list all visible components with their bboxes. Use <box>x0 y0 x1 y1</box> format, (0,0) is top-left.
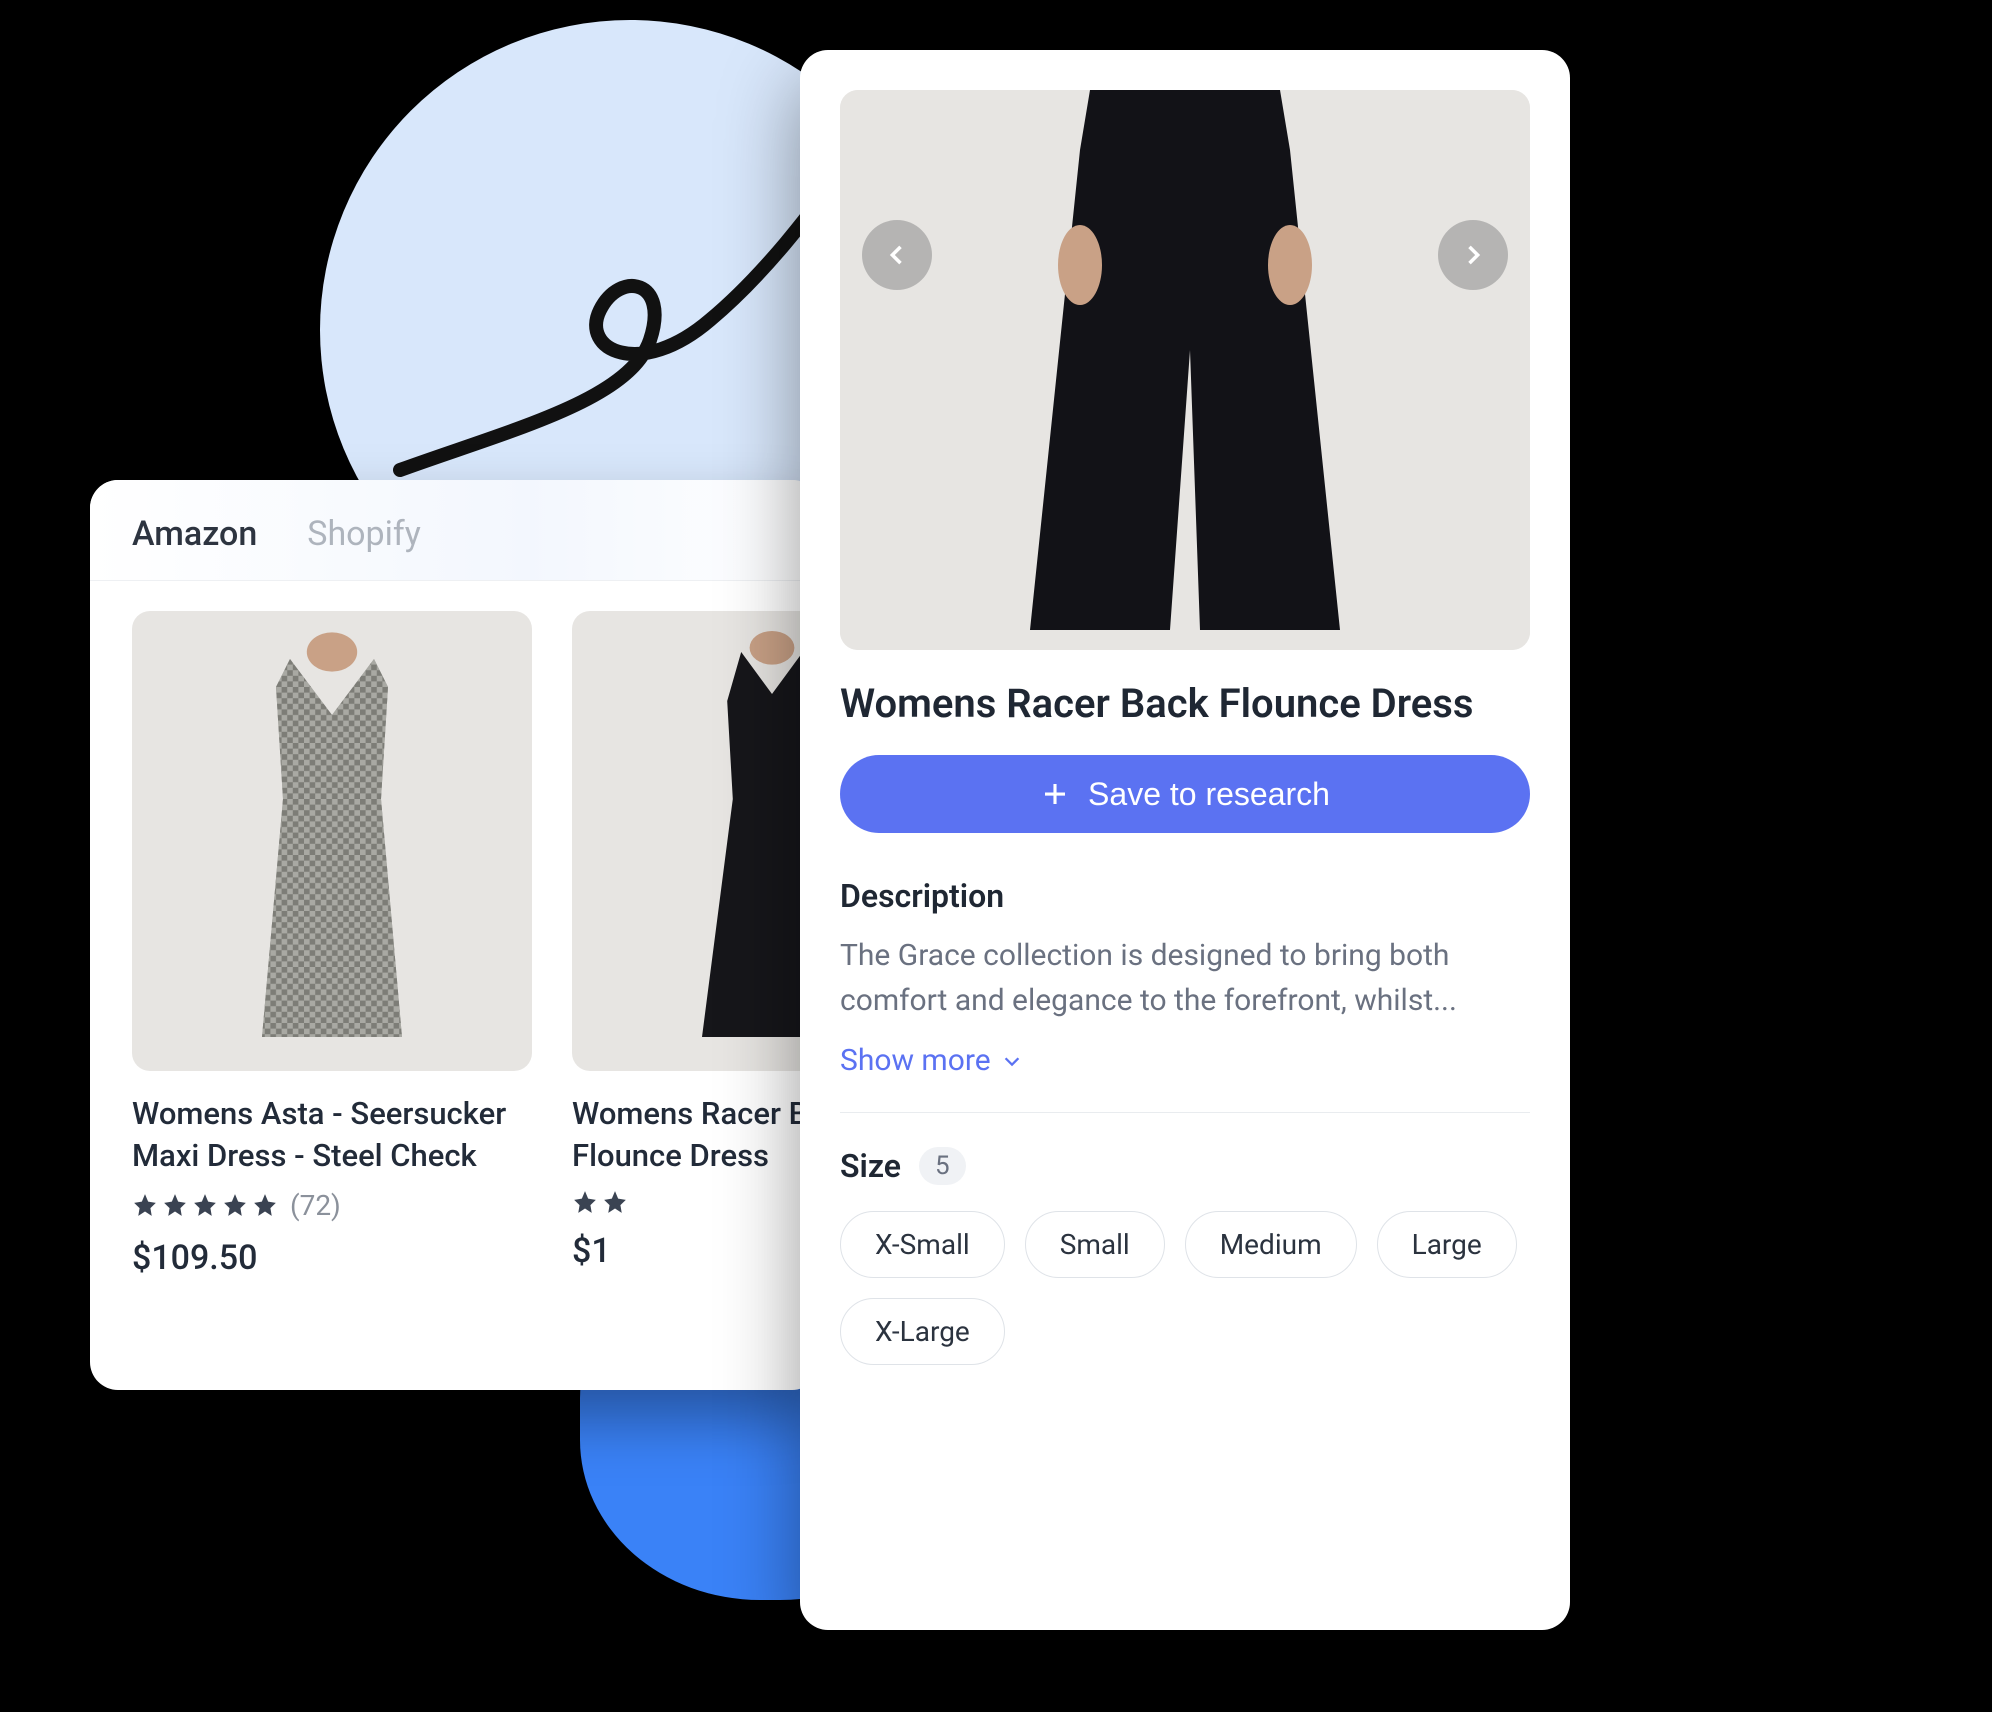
detail-product-title: Womens Racer Back Flounce Dress <box>840 680 1530 727</box>
star-icon <box>252 1192 278 1218</box>
chevron-left-icon <box>883 241 911 269</box>
product-card[interactable]: Womens Asta - Seersucker Maxi Dress - St… <box>132 611 532 1278</box>
rating-count: (72) <box>290 1189 341 1222</box>
product-image <box>132 611 532 1071</box>
star-icon <box>162 1192 188 1218</box>
star-icon <box>222 1192 248 1218</box>
image-next-button[interactable] <box>1438 220 1508 290</box>
size-option-xlarge[interactable]: X-Large <box>840 1298 1005 1365</box>
star-icon <box>572 1189 598 1215</box>
product-title: Womens Asta - Seersucker Maxi Dress - St… <box>132 1093 532 1177</box>
save-to-research-button[interactable]: Save to research <box>840 755 1530 833</box>
description-text: The Grace collection is designed to brin… <box>840 933 1530 1023</box>
product-price: $1 <box>572 1231 820 1271</box>
size-count-badge: 5 <box>919 1147 966 1185</box>
product-rating <box>572 1189 820 1215</box>
plus-icon <box>1040 779 1070 809</box>
description-heading: Description <box>840 877 1530 915</box>
product-card[interactable]: Womens Racer Back Flounce Dress $1 <box>572 611 820 1278</box>
save-button-label: Save to research <box>1088 776 1330 813</box>
size-heading: Size <box>840 1147 901 1185</box>
star-icon <box>602 1189 628 1215</box>
divider <box>840 1112 1530 1113</box>
product-rating: (72) <box>132 1189 532 1222</box>
star-icon <box>192 1192 218 1218</box>
marketplace-tabs: Amazon Shopify <box>90 480 820 581</box>
size-option-large[interactable]: Large <box>1377 1211 1517 1278</box>
chevron-down-icon <box>1001 1050 1023 1072</box>
size-option-medium[interactable]: Medium <box>1185 1211 1357 1278</box>
size-option-xsmall[interactable]: X-Small <box>840 1211 1005 1278</box>
chevron-right-icon <box>1459 241 1487 269</box>
tab-amazon[interactable]: Amazon <box>132 514 257 554</box>
size-option-small[interactable]: Small <box>1025 1211 1165 1278</box>
product-title: Womens Racer Back Flounce Dress <box>572 1093 820 1177</box>
product-price: $109.50 <box>132 1238 532 1278</box>
product-detail-card: Womens Racer Back Flounce Dress Save to … <box>800 50 1570 1630</box>
product-hero-image <box>840 90 1530 650</box>
size-options: X-Small Small Medium Large X-Large <box>840 1211 1530 1365</box>
image-prev-button[interactable] <box>862 220 932 290</box>
product-listing-card: Amazon Shopify <box>90 480 820 1390</box>
product-image <box>572 611 820 1071</box>
show-more-label: Show more <box>840 1043 991 1078</box>
tab-shopify[interactable]: Shopify <box>307 514 421 554</box>
show-more-button[interactable]: Show more <box>840 1043 1023 1078</box>
star-icon <box>132 1192 158 1218</box>
